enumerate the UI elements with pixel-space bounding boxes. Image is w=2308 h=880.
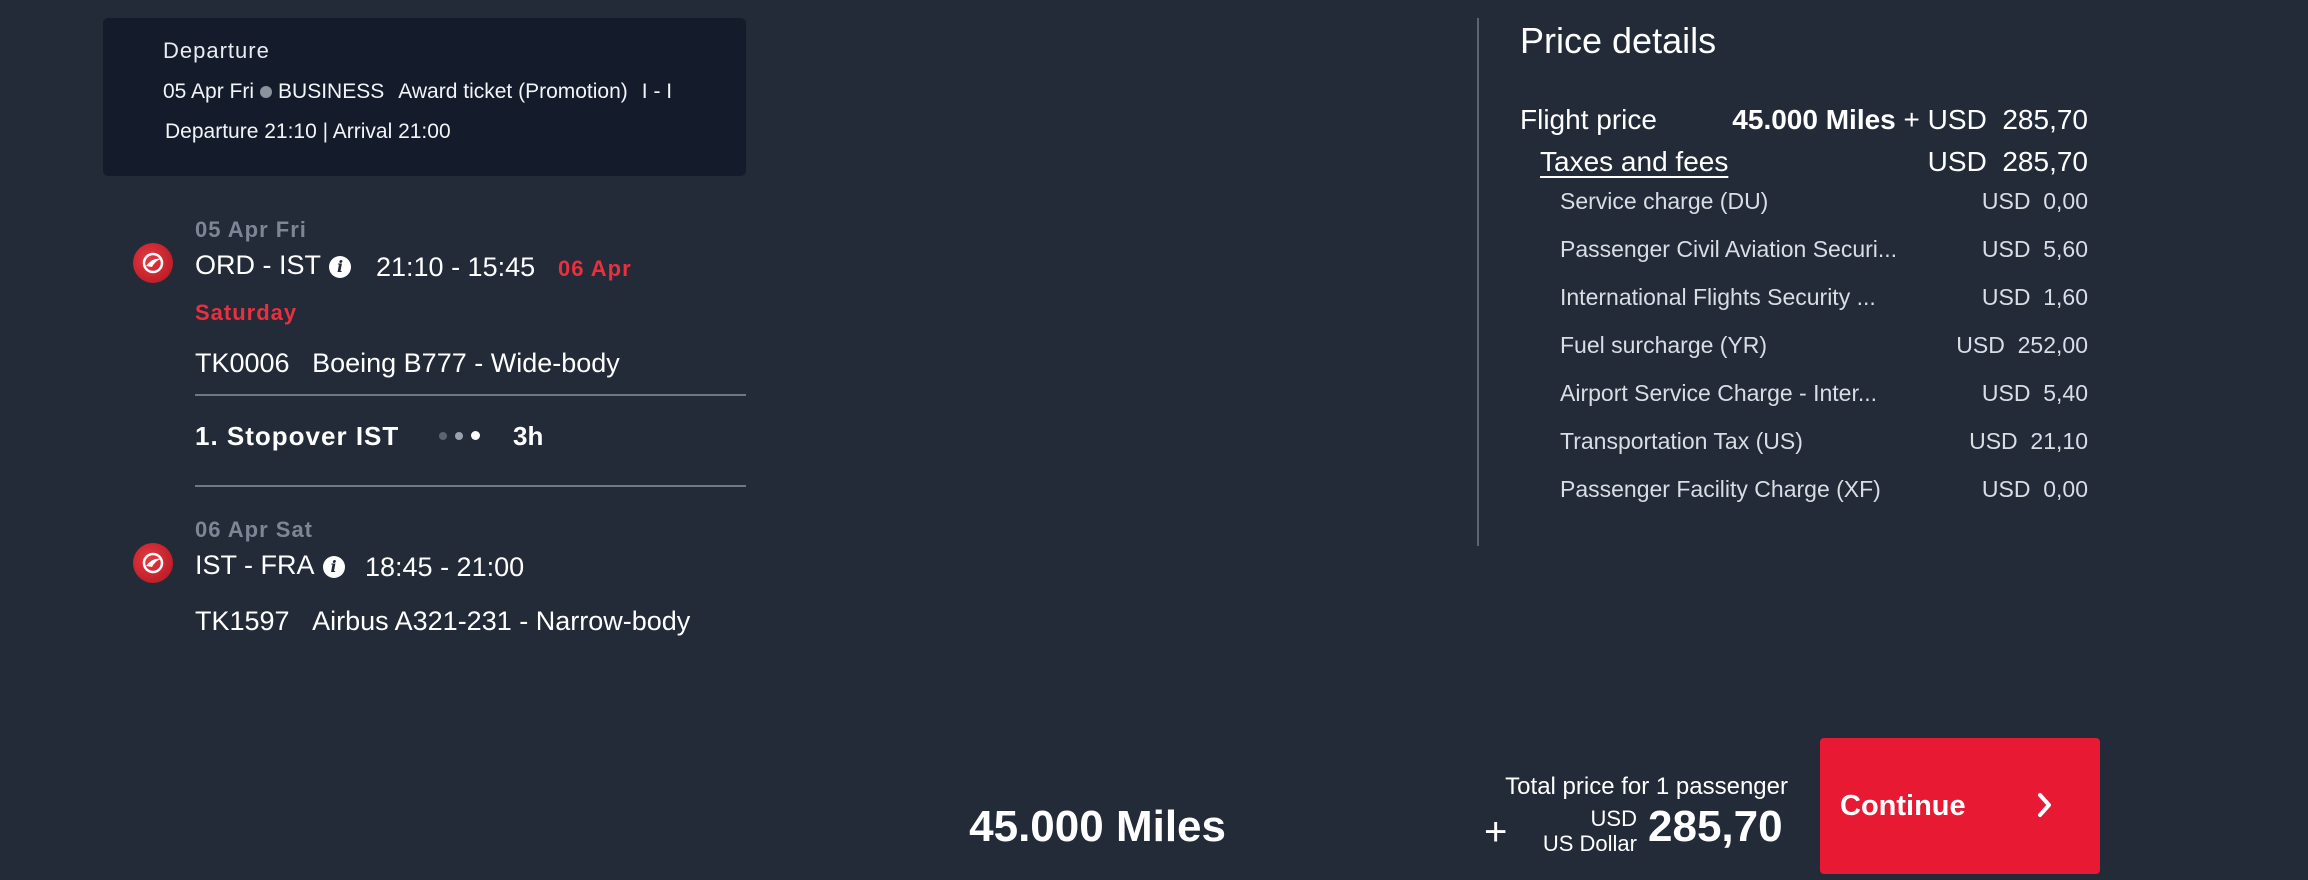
departure-details-row: 05 Apr Fri BUSINESS Award ticket (Promotio… [163,80,672,104]
fare-type: Award ticket (Promotion) [398,80,628,103]
stopover-label: 1. Stopover IST [195,421,400,451]
fee-amount: USD 0,00 [1981,188,2088,214]
airline-logo-icon [133,243,173,283]
info-icon[interactable]: i [329,255,351,278]
flight-price-amount: 45.000 Miles + USD 285,70 [1732,104,2088,136]
separator-dot-icon [260,85,273,98]
aircraft-type: Airbus A321-231 - Narrow-body [312,606,691,636]
fee-amount: USD 252,00 [1956,332,2088,358]
vertical-divider [1477,18,1479,546]
segment-flight-info: TK1597 Airbus A321-231 - Narrow-body [195,606,690,637]
flight-number: TK1597 [195,606,290,636]
departure-title: Departure [163,38,270,63]
total-amount: 285,70 [1648,802,1783,851]
fee-amount: USD 0,00 [1981,476,2088,502]
chevron-right-icon [2038,793,2051,817]
fee-label: Service charge (DU) [1560,188,1769,214]
segment-route: ORD - IST i [195,250,351,281]
fee-label: Passenger Facility Charge (XF) [1560,476,1881,502]
currency-name: US Dollar [1542,831,1637,856]
continue-button[interactable]: Continue [1820,738,2100,874]
fee-amount: USD 1,60 [1981,284,2088,310]
airline-logo-icon [133,543,173,583]
cabin-class: BUSINESS [278,80,385,103]
fee-amount: USD 21,10 [1969,428,2088,454]
taxes-and-fees-amount: USD 285,70 [1927,146,2088,177]
info-icon[interactable]: i [322,555,345,578]
flight-price-label: Flight price [1520,104,1657,135]
currency-code: USD [1590,806,1637,831]
stopover-duration: 3h [513,421,544,451]
fee-label: International Flights Security ... [1560,284,1876,310]
fee-label: Airport Service Charge - Inter... [1560,380,1878,406]
taxes-and-fees-link[interactable]: Taxes and fees [1540,146,1728,178]
segment-route: IST - FRA i [195,550,345,581]
total-plus-sign: + [1484,810,1508,854]
total-currency: USD US Dollar [1525,806,1637,856]
arrival-next-day-date: 06 Apr [558,256,632,281]
fee-label: Transportation Tax (US) [1560,428,1803,454]
flight-price-miles: 45.000 Miles [1732,104,1896,135]
departure-date: 05 Apr Fri [163,80,255,103]
fee-label: Passenger Civil Aviation Securi... [1560,236,1898,262]
route-text: ORD - IST [195,250,321,280]
flight-number: TK0006 [195,348,290,378]
plus-sign: + [1903,104,1920,135]
flight-price-usd: USD 285,70 [1927,104,2088,135]
departure-summary-card: Departure 05 Apr Fri BUSINESS Award ticket… [103,18,746,176]
route-text: IST - FRA [195,550,315,580]
segment-date: 06 Apr Sat [195,517,314,542]
fee-amount: USD 5,40 [1981,380,2088,406]
fee-label: Fuel surcharge (YR) [1560,332,1768,358]
divider [195,394,746,396]
booking-class: I - I [641,80,673,103]
segment-date: 05 Apr Fri [195,217,307,242]
arrival-next-day-weekday: Saturday [195,300,298,325]
aircraft-type: Boeing B777 - Wide-body [312,348,620,378]
segment-times: 21:10 - 15:45 [376,252,536,282]
fee-amount: USD 5,60 [1981,236,2088,262]
stopover-progress-dots [439,427,488,445]
divider [195,485,746,487]
departure-times: Departure 21:10 | Arrival 21:00 [165,120,451,143]
segment-times: 18:45 - 21:00 [365,552,525,582]
segment-flight-info: TK0006 Boeing B777 - Wide-body [195,348,620,379]
total-price-caption: Total price for 1 passenger [1505,773,1788,800]
continue-label: Continue [1840,789,1966,822]
price-details-title: Price details [1520,20,1717,61]
total-miles: 45.000 Miles [969,802,1226,851]
